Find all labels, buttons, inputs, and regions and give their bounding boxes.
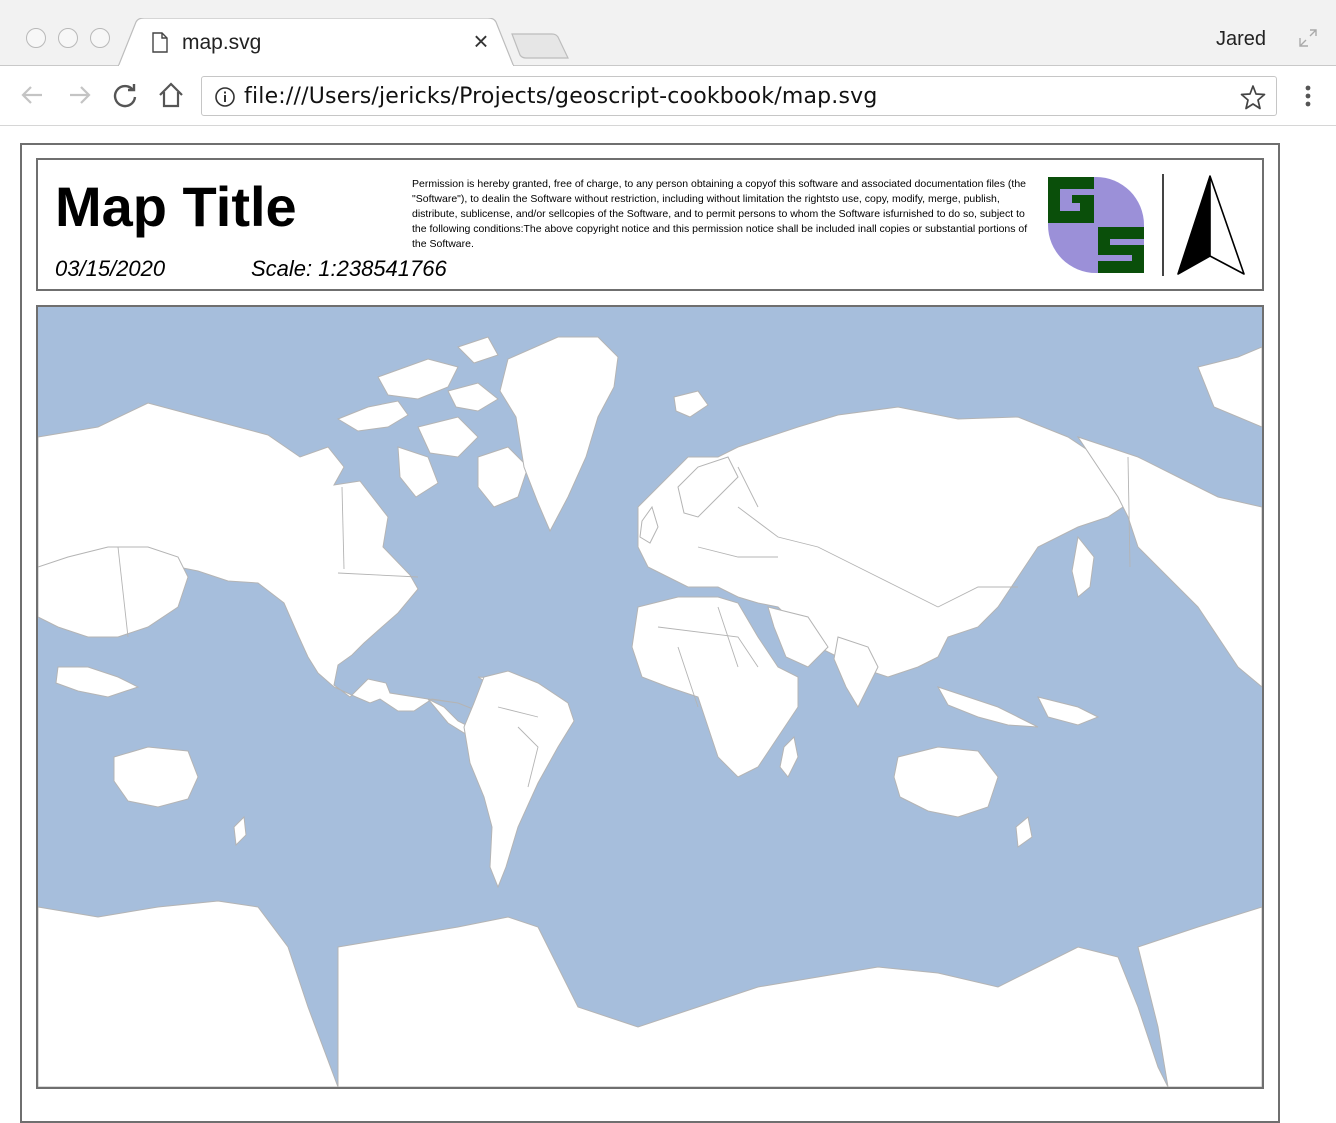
browser-window: map.svg × Jared file:///Users/jericks/Pr… [0,0,1336,126]
home-button[interactable] [154,78,188,112]
world-map[interactable] [36,305,1264,1089]
forward-arrow-icon [70,86,91,104]
tab-strip: map.svg × Jared [0,0,1336,67]
map-scale: Scale: 1:238541766 [251,256,447,281]
tab-title: map.svg [182,31,262,54]
star-icon[interactable] [1240,84,1266,110]
zoom-window-button[interactable] [90,28,110,48]
document-icon [152,32,168,53]
info-icon[interactable] [214,86,236,108]
reload-button[interactable] [108,78,142,112]
reload-icon [113,84,137,108]
back-button[interactable] [16,78,50,112]
minimize-window-button[interactable] [58,28,78,48]
profile-name[interactable]: Jared [1216,28,1266,51]
home-icon [159,82,183,108]
logo-divider [1162,174,1164,276]
close-window-button[interactable] [26,28,46,48]
map-date: 03/15/2020 [55,256,166,281]
north-arrow-icon [1177,175,1245,275]
tab-close-button[interactable]: × [468,28,494,54]
url-text[interactable]: file:///Users/jericks/Projects/geoscript… [244,84,878,110]
browser-toolbar: file:///Users/jericks/Projects/geoscript… [0,66,1336,126]
fullscreen-icon[interactable] [1296,26,1320,50]
license-text: Permission is hereby granted, free of ch… [412,178,1028,250]
back-arrow-icon [21,86,42,104]
forward-button[interactable] [62,78,96,112]
map-title: Map Title [55,175,297,238]
geoscript-logo [1048,177,1144,273]
world-map-svg [38,336,1262,1087]
page-content: Map Title 03/15/2020 Scale: 1:238541766 … [0,127,1336,1123]
kebab-menu-icon[interactable] [1294,80,1322,112]
map-header: Map Title 03/15/2020 Scale: 1:238541766 … [36,158,1264,291]
new-tab-button[interactable] [510,32,570,60]
tab-map-svg[interactable] [118,18,514,67]
address-bar[interactable]: file:///Users/jericks/Projects/geoscript… [201,76,1277,116]
